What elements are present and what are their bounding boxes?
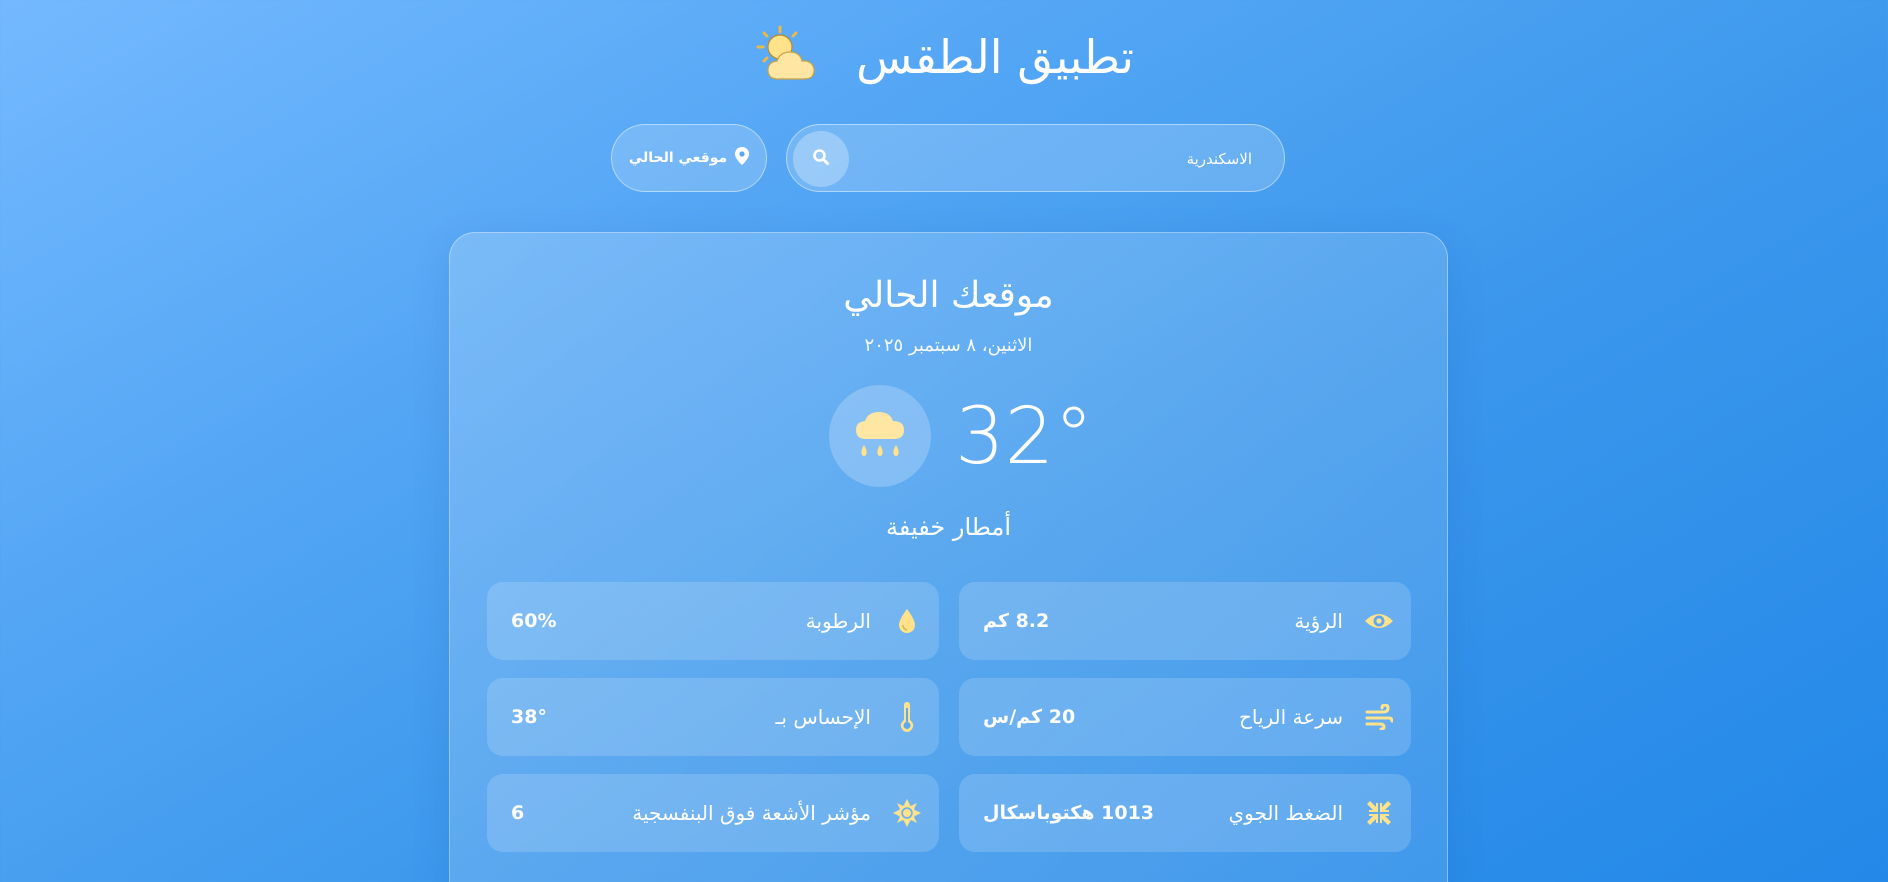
current-conditions: 32°: [450, 385, 1447, 489]
detail-visibility: الرؤية 8.2 كم: [959, 582, 1411, 660]
search-button[interactable]: [793, 131, 849, 187]
current-date: الاثنين، ٨ سبتمبر ٢٠٢٥: [864, 335, 1033, 356]
thermometer-icon: [889, 699, 925, 735]
current-location-button[interactable]: موقعي الحالي: [611, 124, 767, 192]
weather-description: أمطار خفيفة: [886, 513, 1011, 541]
detail-label: الضغط الجوي: [1228, 801, 1343, 825]
detail-humidity: الرطوبة 60%: [487, 582, 939, 660]
droplet-icon: [889, 603, 925, 639]
location-name: موقعك الحالي: [843, 275, 1054, 316]
detail-label: الإحساس بـ: [775, 705, 871, 729]
search-row: موقعي الحالي: [0, 124, 1888, 194]
current-temperature: 32°: [955, 392, 1094, 482]
rain-cloud-icon: [829, 385, 931, 487]
detail-value: 38°: [511, 706, 547, 728]
sun-behind-cloud-icon: [754, 25, 826, 89]
compress-icon: [1361, 795, 1397, 831]
detail-label: مؤشر الأشعة فوق البنفسجية: [632, 801, 871, 825]
detail-pressure: الضغط الجوي 1013 هكتوباسكال: [959, 774, 1411, 852]
detail-value: 20 كم/س: [983, 706, 1076, 728]
detail-value: 1013 هكتوباسكال: [983, 802, 1155, 824]
search-icon: [812, 148, 830, 170]
map-pin-icon: [735, 147, 750, 169]
detail-value: 6: [511, 802, 525, 824]
detail-uv-index: مؤشر الأشعة فوق البنفسجية 6: [487, 774, 939, 852]
eye-icon: [1361, 603, 1397, 639]
app-header: تطبيق الطقس: [0, 22, 1888, 92]
detail-wind-speed: سرعة الرياح 20 كم/س: [959, 678, 1411, 756]
detail-value: 60%: [511, 610, 557, 632]
detail-label: الرؤية: [1294, 609, 1343, 633]
detail-label: سرعة الرياح: [1238, 705, 1343, 729]
sun-icon: [889, 795, 925, 831]
detail-label: الرطوبة: [805, 609, 871, 633]
wind-icon: [1361, 699, 1397, 735]
current-location-label: موقعي الحالي: [628, 150, 728, 166]
app-title: تطبيق الطقس: [856, 30, 1134, 84]
weather-card: موقعك الحالي الاثنين، ٨ سبتمبر ٢٠٢٥ 32° …: [449, 232, 1448, 882]
detail-value: 8.2 كم: [983, 610, 1050, 632]
detail-feels-like: الإحساس بـ 38°: [487, 678, 939, 756]
search-box: [786, 124, 1285, 193]
search-input[interactable]: [870, 125, 1254, 193]
